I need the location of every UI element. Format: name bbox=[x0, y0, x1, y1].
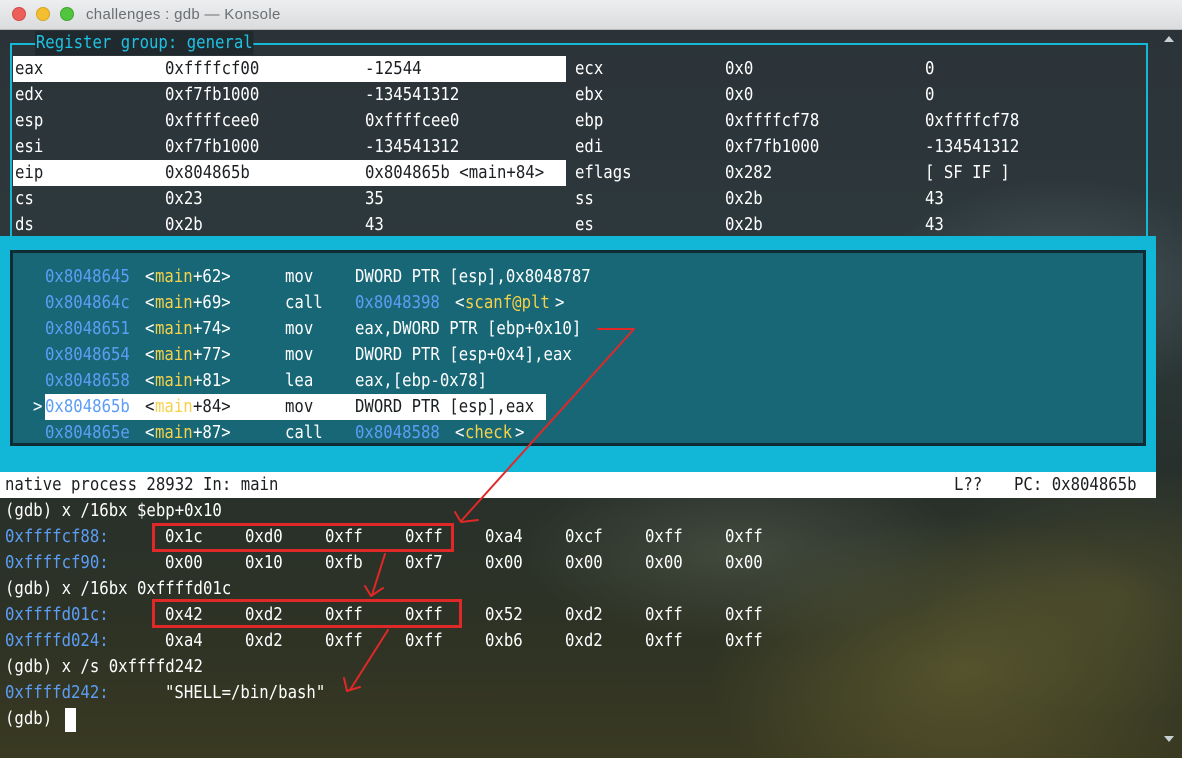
scroll-down-arrow-icon[interactable] bbox=[1164, 736, 1174, 742]
arrow-3 bbox=[349, 629, 389, 691]
konsole-window: challenges : gdb — Konsole Register grou… bbox=[0, 0, 1182, 758]
maximize-window-button[interactable] bbox=[60, 7, 74, 21]
annotation-arrows bbox=[343, 328, 635, 692]
arrow-1-head bbox=[454, 511, 479, 523]
window-title: challenges : gdb — Konsole bbox=[86, 6, 281, 23]
arrow-1 bbox=[461, 328, 635, 521]
terminal-view[interactable]: Register group: general eax 0xffffcf00 -12… bbox=[0, 30, 1182, 758]
scrollbar[interactable] bbox=[1156, 30, 1182, 758]
scroll-up-arrow-icon[interactable] bbox=[1164, 36, 1174, 42]
title-bar: challenges : gdb — Konsole bbox=[0, 0, 1182, 30]
close-window-button[interactable] bbox=[12, 7, 26, 21]
arrow-3-head bbox=[343, 677, 361, 692]
terminal-cursor bbox=[65, 708, 76, 732]
minimize-window-button[interactable] bbox=[36, 7, 50, 21]
